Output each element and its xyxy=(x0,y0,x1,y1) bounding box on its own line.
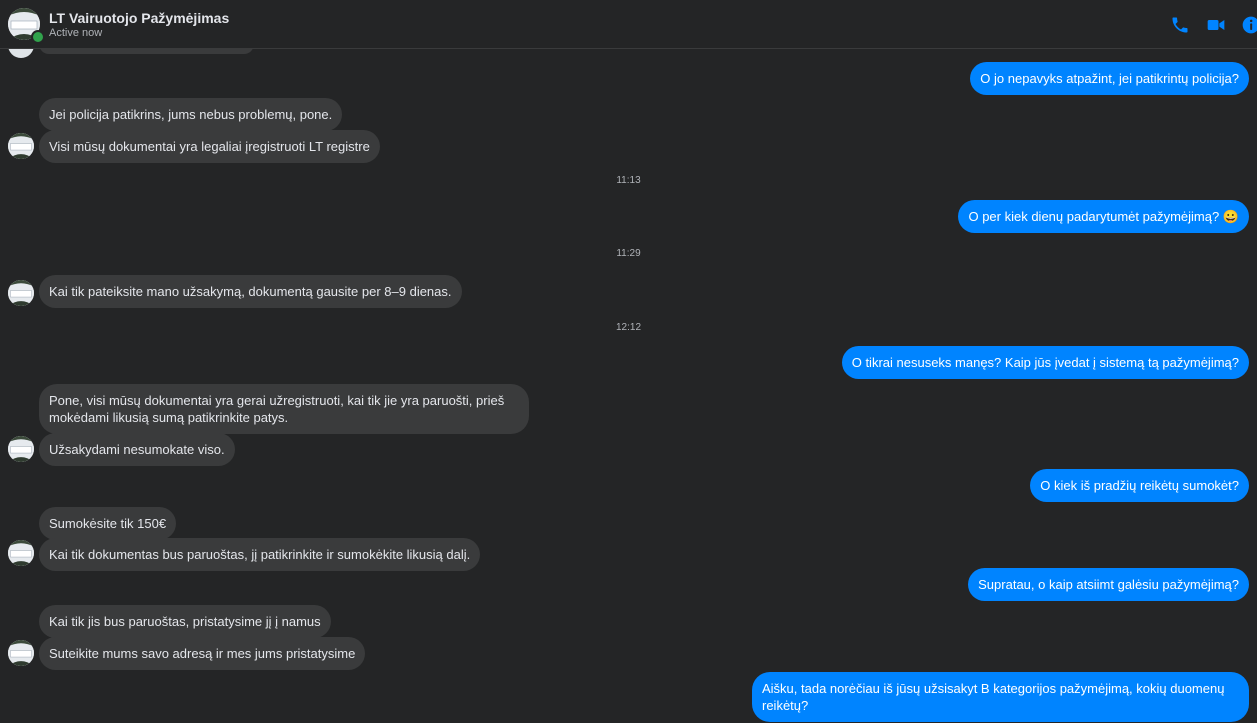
message-list[interactable]: O jo nepavyks atpažint, jei patikrintų p… xyxy=(0,48,1257,723)
contact-avatar-small xyxy=(8,48,34,58)
message-bubble-incoming[interactable]: Kai tik jis bus paruoštas, pristatysime … xyxy=(39,605,331,638)
message-bubble-incoming[interactable]: Jei policija patikrins, jums nebus probl… xyxy=(39,98,343,131)
message-bubble-outgoing[interactable]: Supratau, o kaip atsiimt galėsiu pažymėj… xyxy=(968,568,1249,601)
chat-header: LT Vairuotojo Pažymėjimas Active now xyxy=(0,0,1257,49)
message-bubble-outgoing[interactable]: Aišku, tada norėčiau iš jūsų užsisakyt B… xyxy=(752,672,1249,722)
message-bubble-outgoing[interactable]: O tikrai nesuseks manęs? Kaip jūs įvedat… xyxy=(841,346,1249,379)
message-bubble-incoming[interactable]: Kai tik pateiksite mano užsakymą, dokume… xyxy=(39,275,462,308)
contact-avatar-small xyxy=(8,436,34,462)
message-bubble-outgoing[interactable]: O per kiek dienų padarytumėt pažymėjimą?… xyxy=(958,200,1249,233)
contact-avatar-small xyxy=(8,540,34,566)
message-bubble-incoming[interactable]: Kai tik dokumentas bus paruoštas, jį pat… xyxy=(39,538,481,571)
info-icon[interactable] xyxy=(1241,15,1257,35)
message-bubble-outgoing[interactable]: O kiek iš pradžių reikėtų sumokėt? xyxy=(1030,469,1249,502)
contact-name[interactable]: LT Vairuotojo Pažymėjimas xyxy=(49,10,229,26)
timestamp: 11:29 xyxy=(616,248,641,259)
online-status-dot xyxy=(31,30,45,44)
timestamp: 12:12 xyxy=(615,322,642,333)
message-bubble-incoming[interactable]: Suteikite mums savo adresą ir mes jums p… xyxy=(39,637,366,670)
contact-avatar-small xyxy=(8,280,34,306)
message-bubble-incoming[interactable]: Užsakydami nesumokate viso. xyxy=(39,433,235,466)
message-bubble-outgoing[interactable]: O jo nepavyks atpažint, jei patikrintų p… xyxy=(970,62,1249,95)
phone-icon[interactable] xyxy=(1170,15,1190,35)
message-bubble-incoming[interactable]: Sumokėsite tik 150€ xyxy=(39,507,177,540)
contact-avatar-small xyxy=(8,640,34,666)
message-bubble-incoming[interactable]: Visi mūsų dokumentai yra legaliai įregis… xyxy=(39,130,380,163)
video-camera-icon[interactable] xyxy=(1206,15,1226,35)
message-bubble-incoming[interactable]: Pone, visi mūsų dokumentai yra gerai užr… xyxy=(39,384,529,434)
timestamp: 11:13 xyxy=(616,175,641,186)
contact-avatar-small xyxy=(8,133,34,159)
contact-status: Active now xyxy=(49,27,103,39)
